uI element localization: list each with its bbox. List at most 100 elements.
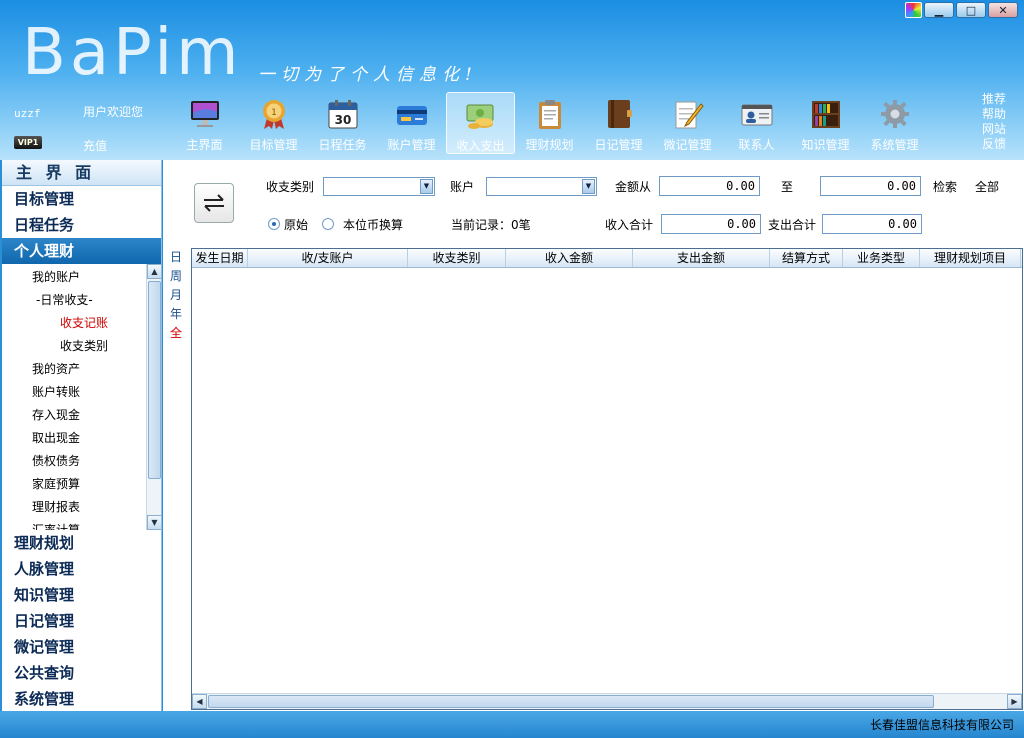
amount-from-label: 金额从 [615, 180, 652, 194]
column-header[interactable]: 支出金额 [633, 249, 770, 267]
toolbar-accounts[interactable]: 账户管理 [377, 92, 446, 154]
column-header[interactable]: 收入金额 [506, 249, 633, 267]
toolbar-label: 主界面 [186, 138, 223, 152]
skin-button[interactable] [905, 2, 922, 18]
period-option[interactable]: 年 [170, 305, 182, 324]
toolbar-label: 日记管理 [594, 138, 643, 152]
nav-home[interactable]: 主 界 面 [2, 160, 161, 186]
app-slogan: 一切为了个人信息化! [258, 65, 478, 85]
sub-nav-item[interactable]: 理财报表 [2, 496, 161, 519]
column-header[interactable]: 收支类别 [408, 249, 506, 267]
main-toolbar: 主界面 1 目标管理 30 日程任务 账户管理 收入支出 理财规划 日记管理 微… [170, 92, 929, 154]
recommend-link[interactable]: 推荐 [982, 92, 1006, 107]
sub-nav-item[interactable]: 家庭预算 [2, 473, 161, 496]
help-link[interactable]: 帮助 [982, 107, 1006, 122]
chevron-down-icon[interactable]: ▼ [420, 179, 433, 194]
sub-nav-item[interactable]: 汇率计算 [2, 519, 161, 530]
radio-original-label: 原始 [284, 218, 309, 232]
account-label: 账户 [450, 180, 475, 194]
sub-nav-item[interactable]: 债权债务 [2, 450, 161, 473]
recharge-link[interactable]: 充值 [83, 137, 107, 154]
toolbar-label: 知识管理 [801, 138, 850, 152]
account-select[interactable]: ▼ [486, 177, 597, 196]
to-label: 至 [781, 180, 794, 194]
chevron-down-icon[interactable]: ▼ [582, 179, 595, 194]
main-content: 收支类别 ▼ 账户 ▼ 金额从 0.00 至 0.00 检索 全部 原始 本位币… [163, 160, 1024, 711]
nav-item-personal-finance[interactable]: 个人理财 [2, 238, 161, 264]
minimize-button[interactable]: ▁ [924, 2, 954, 18]
records-table: 发生日期 收/支账户 收支类别 收入金额 支出金额 结算方式 业务类型 理财规划项目 ◀ ▶ [191, 248, 1023, 710]
current-records: 当前记录：0笔 [451, 218, 531, 232]
status-bar: 长春佳盟信息科技有限公司 [0, 711, 1024, 738]
nav-item[interactable]: 人脉管理 [2, 556, 161, 582]
finance-sub-list: 我的账户 -日常收支- 收支记账 收支类别 我的资产 账户转账 存入现金 取出现金 债权债务 家庭… [2, 264, 161, 530]
nav-item[interactable]: 微记管理 [2, 634, 161, 660]
table-hscrollbar[interactable]: ◀ ▶ [192, 693, 1022, 709]
svg-text:30: 30 [334, 113, 351, 127]
toolbar-knowledge[interactable]: 知识管理 [791, 92, 860, 154]
scroll-right-icon[interactable]: ▶ [1007, 694, 1022, 709]
nav-item[interactable]: 理财规划 [2, 530, 161, 556]
minimize-icon: ▁ [934, 3, 944, 17]
amount-from-input[interactable]: 0.00 [659, 176, 760, 196]
maximize-button[interactable]: □ [956, 2, 986, 18]
column-header[interactable]: 发生日期 [192, 249, 248, 267]
swap-button[interactable] [194, 183, 234, 223]
nav-item[interactable]: 日记管理 [2, 608, 161, 634]
close-button[interactable]: ✕ [988, 2, 1018, 18]
nav-item-schedule[interactable]: 日程任务 [2, 212, 161, 238]
nav-item[interactable]: 知识管理 [2, 582, 161, 608]
sub-nav-item[interactable]: 存入现金 [2, 404, 161, 427]
toolbar-system[interactable]: 系统管理 [860, 92, 929, 154]
sub-nav-item[interactable]: 收支类别 [2, 335, 161, 358]
column-header[interactable]: 业务类型 [843, 249, 920, 267]
scroll-thumb[interactable] [208, 695, 934, 708]
toolbar-micro-notes[interactable]: 微记管理 [653, 92, 722, 154]
scroll-up-icon[interactable]: ▲ [147, 264, 161, 279]
user-name: uzzf [14, 107, 41, 120]
radio-original[interactable] [268, 218, 280, 230]
column-header[interactable]: 收/支账户 [248, 249, 408, 267]
toolbar-goals[interactable]: 1 目标管理 [239, 92, 308, 154]
toolbar-home[interactable]: 主界面 [170, 92, 239, 154]
subpanel-scrollbar[interactable]: ▲ ▼ [146, 264, 161, 530]
expense-total-field: 0.00 [822, 214, 922, 234]
all-button[interactable]: 全部 [975, 178, 999, 195]
scroll-thumb[interactable] [148, 281, 161, 479]
nav-item-goals[interactable]: 目标管理 [2, 186, 161, 212]
sub-nav-item[interactable]: -日常收支- [2, 289, 161, 312]
toolbar-income-expense[interactable]: 收入支出 [446, 92, 515, 154]
nav-item[interactable]: 公共查询 [2, 660, 161, 686]
feedback-link[interactable]: 反馈 [982, 137, 1006, 152]
notepad-icon [671, 98, 705, 130]
toolbar-schedule[interactable]: 30 日程任务 [308, 92, 377, 154]
table-header: 发生日期 收/支账户 收支类别 收入金额 支出金额 结算方式 业务类型 理财规划项目 [192, 249, 1022, 268]
nav-item[interactable]: 系统管理 [2, 686, 161, 712]
sub-nav-item[interactable]: 我的资产 [2, 358, 161, 381]
toolbar-label: 理财规划 [525, 138, 574, 152]
sub-nav-item[interactable]: 收支记账 [2, 312, 161, 335]
diary-icon [602, 98, 636, 130]
toolbar-planning[interactable]: 理财规划 [515, 92, 584, 154]
category-select[interactable]: ▼ [323, 177, 435, 196]
scroll-down-icon[interactable]: ▼ [147, 515, 161, 530]
period-option[interactable]: 全 [170, 324, 182, 343]
period-option[interactable]: 日 [170, 248, 182, 267]
sub-nav-item[interactable]: 我的账户 [2, 266, 161, 289]
toolbar-label: 系统管理 [870, 138, 919, 152]
column-header[interactable]: 理财规划项目 [920, 249, 1021, 267]
sub-nav-item[interactable]: 账户转账 [2, 381, 161, 404]
toolbar-label: 账户管理 [387, 138, 436, 152]
toolbar-diary[interactable]: 日记管理 [584, 92, 653, 154]
sub-nav-item[interactable]: 取出现金 [2, 427, 161, 450]
website-link[interactable]: 网站 [982, 122, 1006, 137]
scroll-left-icon[interactable]: ◀ [192, 694, 207, 709]
period-option[interactable]: 月 [170, 286, 182, 305]
search-button[interactable]: 检索 [933, 178, 957, 195]
radio-local-currency[interactable] [322, 218, 334, 230]
finance-subpanel: 我的账户 -日常收支- 收支记账 收支类别 我的资产 账户转账 存入现金 取出现金 债权债务 家庭… [2, 264, 161, 530]
toolbar-contacts[interactable]: 联系人 [722, 92, 791, 154]
amount-to-input[interactable]: 0.00 [820, 176, 921, 196]
period-option[interactable]: 周 [170, 267, 182, 286]
column-header[interactable]: 结算方式 [770, 249, 843, 267]
